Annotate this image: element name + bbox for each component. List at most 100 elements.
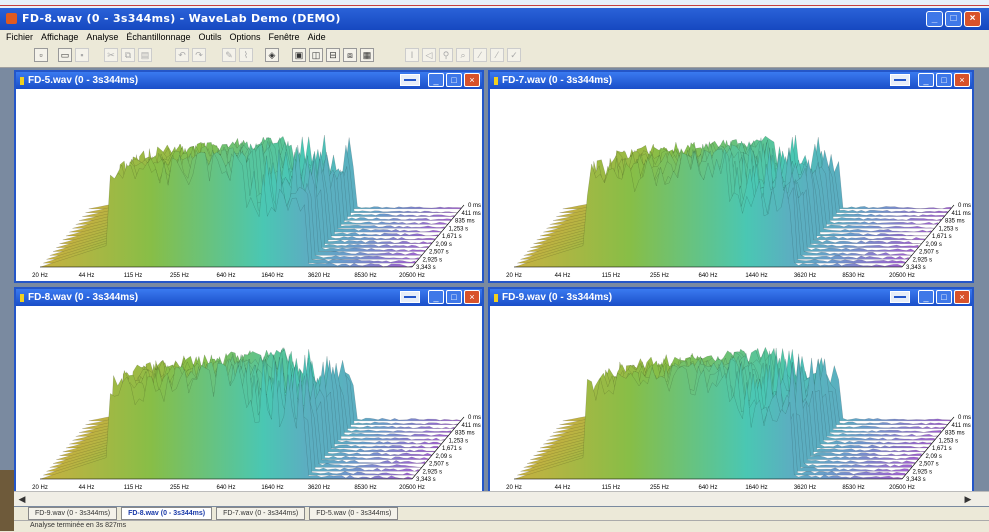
search-icon[interactable]: ⌕ (456, 48, 470, 62)
time-tick-label: 1,671 s (932, 234, 952, 240)
scroll-left-icon[interactable]: ◀ (16, 493, 28, 505)
spectrum-plot-fd9: 20 Hz 44 Hz 115 Hz 255 Hz 640 Hz 1640 Hz 3620 … (506, 346, 971, 491)
time-tick-label: 1,671 s (442, 446, 462, 452)
paste-icon[interactable]: ▤ (138, 48, 152, 62)
redo-icon[interactable]: ↷ (192, 48, 206, 62)
options-icon[interactable] (400, 74, 420, 86)
doc-window-fd7[interactable]: FD-7.wav (0 - 3s344ms) _ □ × 20 Hz 44 Hz 1… (488, 70, 974, 283)
doc-window-controls: _ □ × (918, 290, 970, 304)
scroll-right-icon[interactable]: ▶ (962, 493, 974, 505)
time-tick-label: 1,253 s (449, 226, 469, 232)
save-icon[interactable]: ▪ (75, 48, 89, 62)
maximize-button[interactable]: □ (945, 11, 962, 27)
workspace-icon[interactable]: ▦ (360, 48, 374, 62)
frequency-tick-label: 255 Hz (170, 273, 189, 279)
frequency-tick-label: 1640 Hz (261, 273, 283, 279)
draw-icon[interactable]: ∕ (473, 48, 487, 62)
doc-maximize-button[interactable]: □ (936, 290, 952, 304)
doc-minimize-button[interactable]: _ (918, 73, 934, 87)
doc-title-bar[interactable]: FD-9.wav (0 - 3s344ms) _ □ × (490, 289, 972, 306)
doc-minimize-button[interactable]: _ (428, 73, 444, 87)
undo-icon[interactable]: ↶ (175, 48, 189, 62)
doc-close-button[interactable]: × (954, 73, 970, 87)
doc-close-button[interactable]: × (464, 73, 480, 87)
minimize-button[interactable]: _ (926, 11, 943, 27)
time-tick-label: 1,253 s (939, 226, 959, 232)
desktop-background (0, 470, 14, 531)
options-icon[interactable] (890, 291, 910, 303)
frequency-tick-label: 20 Hz (506, 273, 522, 279)
time-tick-label: 2,09 s (436, 242, 452, 248)
doc-close-button[interactable]: × (464, 290, 480, 304)
tile-horizontal-icon[interactable]: ⊟ (326, 48, 340, 62)
frequency-tick-label: 255 Hz (650, 273, 669, 279)
time-tick-label: 2,507 s (429, 462, 449, 468)
marker-icon[interactable]: ⌇ (239, 48, 253, 62)
copy-icon[interactable]: ⧉ (121, 48, 135, 62)
time-tick-label: 3,343 s (416, 265, 436, 271)
app-title: FD-8.wav (0 - 3s344ms) - WaveLab Demo (D… (22, 12, 341, 25)
tool-icon[interactable]: ✓ (507, 48, 521, 62)
tab-fd5[interactable]: FD-5.wav (0 - 3s344ms) (309, 507, 399, 520)
time-tick-label: 1,671 s (442, 234, 462, 240)
menu-aide[interactable]: Aide (308, 30, 326, 44)
menu-outils[interactable]: Outils (198, 30, 221, 44)
menu-echantillonnage[interactable]: Échantillonnage (126, 30, 190, 44)
window-controls: _ □ × (926, 11, 981, 27)
doc-maximize-button[interactable]: □ (446, 73, 462, 87)
frequency-tick-label: 640 Hz (698, 273, 717, 279)
doc-close-button[interactable]: × (954, 290, 970, 304)
wand-icon[interactable]: ⁄ (490, 48, 504, 62)
doc-minimize-button[interactable]: _ (918, 290, 934, 304)
doc-window-fd8[interactable]: FD-8.wav (0 - 3s344ms) _ □ × 20 Hz 44 Hz 1… (14, 287, 484, 495)
time-tick-label: 2,09 s (926, 454, 942, 460)
doc-title: FD-9.wav (0 - 3s344ms) (502, 292, 613, 303)
doc-title-bar[interactable]: FD-5.wav (0 - 3s344ms) _ □ × (16, 72, 482, 89)
time-tick-label: 411 ms (952, 423, 971, 429)
doc-window-fd5[interactable]: FD-5.wav (0 - 3s344ms) _ □ × 20 Hz 44 Hz 1… (14, 70, 484, 283)
time-tick-label: 411 ms (952, 211, 971, 217)
menu-analyse[interactable]: Analyse (86, 30, 118, 44)
time-tick-label: 3,343 s (906, 265, 926, 271)
doc-title-bar[interactable]: FD-8.wav (0 - 3s344ms) _ □ × (16, 289, 482, 306)
cascade-icon[interactable]: ⧈ (343, 48, 357, 62)
spectrum-plot-fd8: 20 Hz 44 Hz 115 Hz 255 Hz 640 Hz 1640 Hz 3620 … (32, 347, 481, 491)
time-tick-label: 835 ms (455, 431, 475, 437)
doc-window-fd9[interactable]: FD-9.wav (0 - 3s344ms) _ □ × 20 Hz 44 Hz 1… (488, 287, 974, 495)
open-folder-icon[interactable]: ▭ (58, 48, 72, 62)
doc-title-bar[interactable]: FD-7.wav (0 - 3s344ms) _ □ × (490, 72, 972, 89)
menu-fichier[interactable]: Fichier (6, 30, 33, 44)
tab-fd9[interactable]: FD-9.wav (0 - 3s344ms) (28, 507, 118, 520)
pencil-icon[interactable]: ✎ (222, 48, 236, 62)
doc-minimize-button[interactable]: _ (428, 290, 444, 304)
window-layout-icon[interactable]: ▣ (292, 48, 306, 62)
doc-maximize-button[interactable]: □ (936, 73, 952, 87)
app-title-bar[interactable]: FD-8.wav (0 - 3s344ms) - WaveLab Demo (D… (0, 0, 989, 30)
doc-maximize-button[interactable]: □ (446, 290, 462, 304)
play-icon[interactable]: ◁ (422, 48, 436, 62)
new-file-icon[interactable]: ▫ (34, 48, 48, 62)
frequency-tick-label: 640 Hz (216, 273, 235, 279)
frequency-tick-label: 44 Hz (79, 273, 95, 279)
zoom-icon[interactable]: ⚲ (439, 48, 453, 62)
menu-affichage[interactable]: Affichage (41, 30, 78, 44)
menu-fenetre[interactable]: Fenêtre (269, 30, 300, 44)
frequency-tick-label: 115 Hz (124, 273, 143, 279)
time-tick-label: 2,507 s (919, 250, 939, 256)
options-icon[interactable] (890, 74, 910, 86)
cursor-icon[interactable]: I (405, 48, 419, 62)
horizontal-scrollbar[interactable]: ◀ ▶ (0, 491, 989, 506)
tile-vertical-icon[interactable]: ◫ (309, 48, 323, 62)
time-tick-label: 2,925 s (423, 257, 443, 263)
doc-window-controls: _ □ × (918, 73, 970, 87)
tab-fd8[interactable]: FD-8.wav (0 - 3s344ms) (121, 507, 213, 520)
doc-marker-icon (20, 77, 24, 85)
menu-options[interactable]: Options (230, 30, 261, 44)
tab-fd7[interactable]: FD-7.wav (0 - 3s344ms) (216, 507, 306, 520)
speaker-icon[interactable]: ◈ (265, 48, 279, 62)
time-tick-label: 835 ms (455, 219, 475, 225)
cut-icon[interactable]: ✂ (104, 48, 118, 62)
close-button[interactable]: × (964, 11, 981, 27)
options-icon[interactable] (400, 291, 420, 303)
doc-marker-icon (494, 77, 498, 85)
